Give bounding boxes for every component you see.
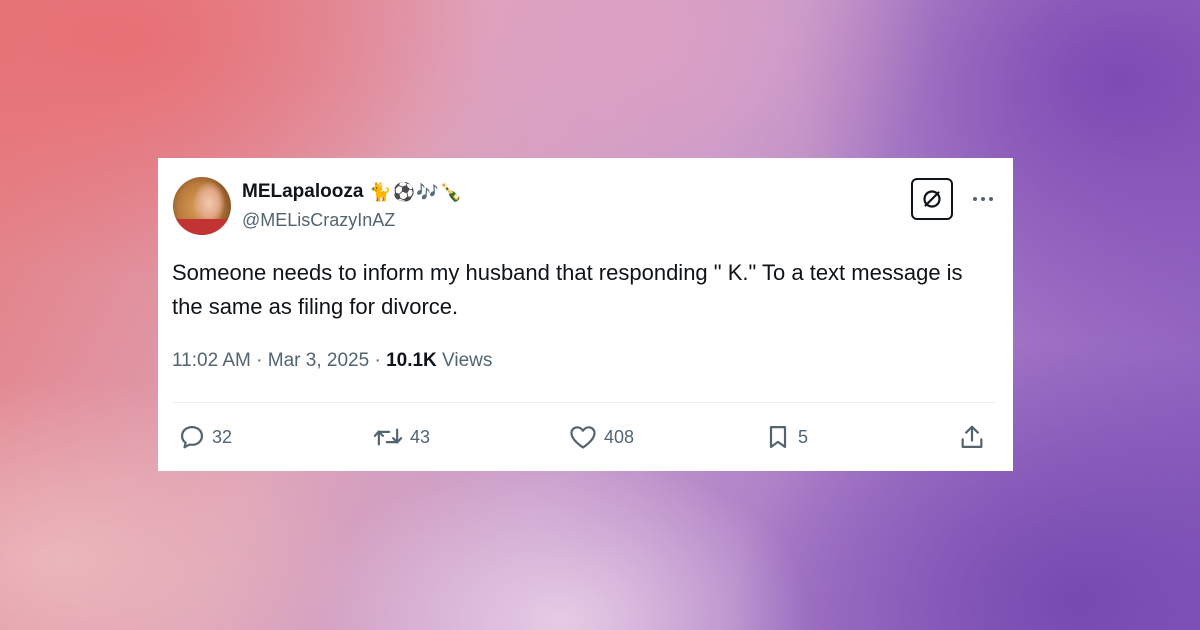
views-label: Views (442, 350, 493, 371)
divider (172, 402, 997, 403)
reply-button[interactable]: 32 (178, 422, 232, 452)
meta-separator: · (256, 350, 263, 371)
tweet-card: MELapalooza 🐈⚽🎶🍾 @MELisCrazyInAZ Someone… (158, 158, 1013, 471)
bookmark-count: 5 (798, 426, 809, 447)
reply-count: 32 (212, 426, 233, 447)
reply-icon (180, 425, 204, 449)
share-icon (961, 425, 983, 449)
repost-count: 43 (410, 426, 431, 447)
avatar-shirt (173, 219, 231, 235)
tweet-date[interactable]: Mar 3, 2025 (268, 350, 369, 371)
avatar[interactable] (173, 177, 231, 235)
heart-icon (570, 426, 596, 449)
more-button[interactable] (968, 186, 998, 212)
repost-button[interactable]: 43 (372, 422, 430, 452)
grok-button[interactable] (911, 178, 953, 220)
user-handle[interactable]: @MELisCrazyInAZ (242, 210, 395, 231)
grok-icon (923, 190, 941, 208)
bookmark-icon (769, 425, 787, 449)
bookmark-button[interactable]: 5 (764, 422, 808, 452)
like-button[interactable]: 408 (568, 422, 634, 452)
tweet-text: Someone needs to inform my husband that … (172, 260, 963, 319)
name-emojis: 🐈⚽🎶🍾 (369, 181, 464, 203)
display-name[interactable]: MELapalooza (242, 181, 363, 203)
display-name-row: MELapalooza 🐈⚽🎶🍾 (242, 181, 463, 203)
repost-icon (373, 428, 403, 446)
meta-separator: · (374, 350, 381, 371)
tweet-meta: 11:02 AM · Mar 3, 2025 · 10.1K Views (172, 350, 492, 372)
like-count: 408 (604, 426, 635, 447)
share-button[interactable] (958, 422, 986, 452)
more-icon (973, 197, 993, 201)
views-count: 10.1K (386, 350, 437, 371)
tweet-time[interactable]: 11:02 AM (172, 350, 251, 371)
